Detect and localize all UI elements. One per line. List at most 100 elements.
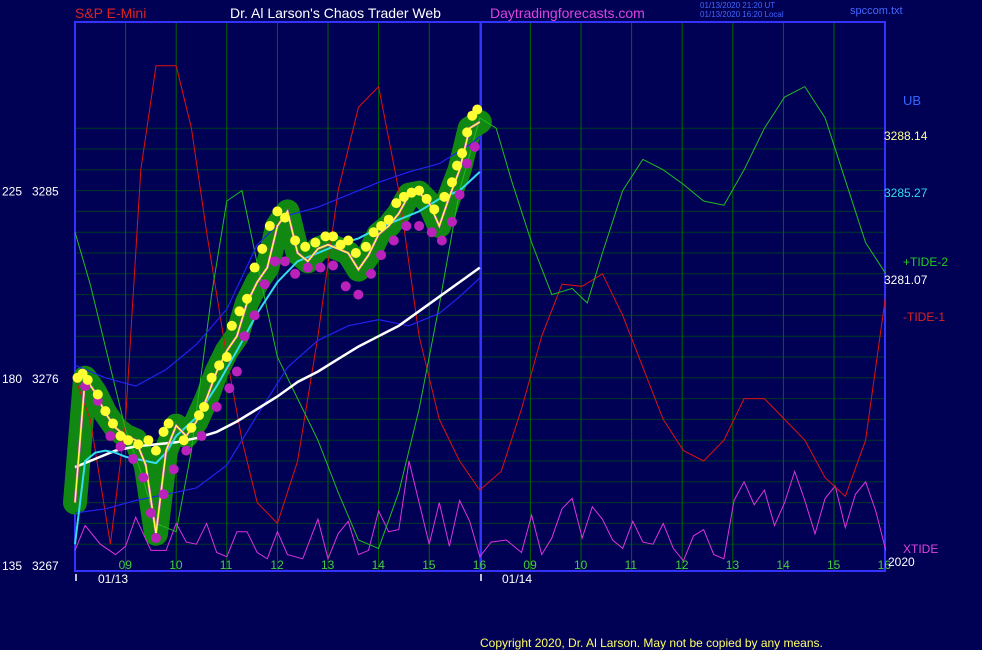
price-ma-label: 3285.27 bbox=[884, 186, 928, 200]
symbol-title: S&P E-Mini bbox=[75, 5, 146, 21]
tide1-label: -TIDE-1 bbox=[903, 310, 945, 324]
high-dot bbox=[206, 372, 217, 383]
timestamp-utc: 01/13/2020 21:20 UT bbox=[700, 1, 775, 10]
high-dot bbox=[143, 435, 154, 446]
high-dot bbox=[92, 389, 103, 400]
high-dot bbox=[350, 248, 361, 258]
x-tick-label: 11 bbox=[220, 558, 233, 572]
data-file-name: spccom.txt bbox=[850, 5, 903, 17]
low-dot bbox=[145, 508, 156, 518]
low-dot bbox=[340, 281, 351, 292]
low-dot bbox=[366, 268, 377, 279]
high-dot bbox=[178, 435, 189, 446]
low-dot bbox=[446, 216, 457, 227]
low-dot bbox=[196, 431, 207, 442]
high-dot bbox=[82, 374, 93, 385]
low-dot bbox=[249, 310, 260, 321]
high-dot bbox=[100, 406, 111, 417]
high-dot bbox=[328, 231, 339, 242]
high-dot bbox=[264, 220, 275, 231]
high-dot bbox=[158, 426, 169, 437]
low-dot bbox=[454, 189, 465, 200]
chart: 09 10 11 12 13 14 15 16 09 10 11 12 13 14 15 16135 32671… bbox=[2, 1, 948, 650]
low-dot bbox=[128, 453, 139, 464]
low-dot bbox=[269, 256, 280, 267]
x-tick-label: 13 bbox=[321, 558, 335, 572]
high-dot bbox=[221, 352, 232, 362]
x-tick-label: 10 bbox=[169, 558, 183, 572]
high-dot bbox=[300, 241, 311, 252]
high-dot bbox=[414, 185, 425, 196]
high-dot bbox=[310, 237, 321, 248]
high-dot bbox=[360, 241, 371, 252]
ub-label: UB bbox=[903, 93, 921, 108]
high-dot bbox=[186, 422, 197, 433]
low-dot bbox=[328, 260, 339, 271]
low-dot bbox=[279, 256, 290, 267]
tide2-label: +TIDE-2 bbox=[903, 255, 948, 269]
low-dot bbox=[401, 220, 412, 231]
high-dot bbox=[343, 235, 354, 246]
high-dot bbox=[133, 439, 144, 450]
x-tick-label: 10 bbox=[574, 558, 588, 572]
low-dot bbox=[376, 250, 387, 261]
high-dot bbox=[472, 104, 483, 115]
high-dot bbox=[193, 410, 204, 421]
high-dot bbox=[226, 320, 237, 331]
high-dot bbox=[163, 418, 174, 429]
low-dot bbox=[239, 331, 250, 342]
x-tick-label: 12 bbox=[270, 558, 284, 572]
high-dot bbox=[257, 243, 268, 254]
x-tick-label: 09 bbox=[523, 558, 537, 572]
price-low-label: 3281.07 bbox=[884, 273, 928, 287]
low-dot bbox=[138, 472, 149, 483]
x-tick-label: 15 bbox=[827, 558, 841, 572]
y-tick-osc-label: 135 bbox=[2, 559, 22, 573]
high-dot bbox=[107, 418, 118, 429]
low-dot bbox=[462, 158, 473, 169]
high-dot bbox=[214, 360, 225, 371]
low-dot bbox=[211, 401, 222, 412]
x-tick-label: 11 bbox=[625, 558, 638, 572]
high-dot bbox=[457, 148, 468, 159]
price-top-label: 3288.14 bbox=[884, 129, 928, 143]
low-dot bbox=[168, 464, 179, 475]
x-tick-label: 14 bbox=[776, 558, 790, 572]
y-tick-osc-label: 180 bbox=[2, 372, 22, 386]
x-tick-label: 12 bbox=[675, 558, 689, 572]
x-tick-label: 13 bbox=[726, 558, 740, 572]
x-tick-label: 09 bbox=[119, 558, 133, 572]
high-dot bbox=[439, 191, 450, 202]
copyright-notice: Copyright 2020, Dr. Al Larson. May not b… bbox=[480, 636, 823, 650]
axis-labels: 09 10 11 12 13 14 15 16 09 10 11 12 13 14 15 16135 32671… bbox=[2, 185, 891, 581]
high-dot bbox=[234, 306, 245, 317]
low-dot bbox=[315, 262, 326, 273]
high-dot bbox=[429, 204, 440, 215]
low-dot bbox=[414, 220, 425, 231]
y-tick-price-label: 3276 bbox=[32, 372, 59, 386]
low-dot bbox=[290, 268, 301, 279]
low-dot bbox=[150, 532, 161, 543]
x-tick-label: 14 bbox=[372, 558, 386, 572]
high-dot bbox=[290, 235, 301, 246]
high-dot bbox=[199, 401, 210, 412]
high-dot bbox=[462, 127, 473, 138]
low-dot bbox=[105, 431, 116, 442]
low-dot bbox=[259, 279, 270, 290]
x-tick-label: 15 bbox=[422, 558, 436, 572]
high-dot bbox=[421, 193, 432, 204]
high-dot bbox=[452, 160, 463, 171]
high-dot bbox=[446, 177, 457, 188]
year-label: 2020 bbox=[888, 555, 915, 569]
low-dot bbox=[436, 235, 447, 246]
low-dot bbox=[224, 383, 235, 394]
x-tick-label: 16 bbox=[473, 558, 487, 572]
low-dot bbox=[426, 227, 437, 238]
low-dot bbox=[469, 141, 480, 152]
low-dot bbox=[302, 262, 313, 273]
date-label-day1: 01/13 bbox=[98, 572, 128, 586]
site-link[interactable]: Daytradingforecasts.com bbox=[490, 5, 645, 21]
author-title: Dr. Al Larson's Chaos Trader Web bbox=[230, 5, 441, 21]
low-dot bbox=[388, 235, 399, 246]
xtide-label: XTIDE bbox=[903, 542, 938, 556]
